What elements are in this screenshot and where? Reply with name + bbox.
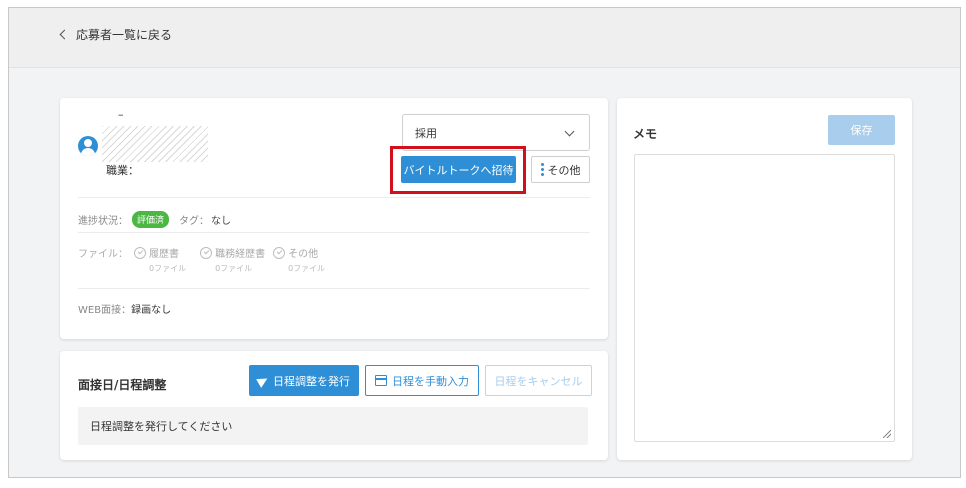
app-frame: 応募者一覧に戻る – 職業： 採用 バイトルトークへ招待 その他 進捗状況： 評… (8, 7, 961, 478)
tag-value: なし (211, 216, 232, 227)
other-button-label: その他 (547, 163, 581, 177)
divider (78, 197, 590, 198)
divider (78, 232, 590, 233)
chevron-left-icon (59, 29, 70, 40)
redacted-area (102, 126, 208, 162)
applicant-card: – 職業： 採用 バイトルトークへ招待 その他 進捗状況： 評価済 タグ： なし… (60, 98, 608, 339)
file-item-other: その他 0ファイル (273, 245, 325, 274)
avatar-icon (78, 136, 98, 156)
save-button[interactable]: 保存 (828, 115, 895, 145)
calendar-edit-icon (375, 375, 387, 386)
web-interview-row: WEB面接：録画なし (78, 301, 171, 316)
kebab-icon (540, 163, 544, 176)
status-select-value: 採用 (415, 126, 437, 140)
files-label: ファイル： (78, 249, 128, 260)
divider (78, 288, 590, 289)
applicant-name: – (118, 108, 124, 121)
web-interview-value: 録画なし (131, 305, 172, 316)
job-label: 職業： (106, 164, 139, 177)
schedule-message: 日程調整を発行してください (78, 407, 588, 445)
schedule-title: 面接日/日程調整 (78, 378, 167, 392)
file-item-resume: 履歴書 0ファイル (134, 245, 186, 274)
check-circle-icon (200, 246, 213, 259)
other-button[interactable]: その他 (531, 156, 590, 183)
file-count: 0ファイル (149, 264, 187, 273)
status-badge: 評価済 (132, 211, 170, 228)
check-circle-icon (134, 246, 146, 259)
resize-handle-icon[interactable] (883, 430, 891, 438)
back-link[interactable]: 応募者一覧に戻る (59, 26, 173, 43)
memo-textarea[interactable] (634, 154, 895, 442)
manual-schedule-button[interactable]: 日程を手動入力 (365, 365, 479, 396)
chevron-down-icon (564, 126, 575, 137)
file-count: 0ファイル (288, 264, 326, 273)
progress-row: 進捗状況： 評価済 タグ： なし (78, 211, 231, 228)
progress-label: 進捗状況： (78, 216, 128, 227)
file-name: 履歴書 (149, 249, 179, 260)
file-name: その他 (288, 249, 319, 260)
invite-button[interactable]: バイトルトークへ招待 (401, 156, 516, 183)
manual-schedule-label: 日程を手動入力 (392, 374, 469, 388)
tag-label: タグ： (179, 216, 210, 227)
file-item-career: 職務経歴書 0ファイル (200, 245, 265, 274)
back-label: 応募者一覧に戻る (76, 28, 173, 42)
file-name: 職務経歴書 (215, 249, 266, 260)
memo-title: メモ (633, 127, 658, 141)
web-interview-label: WEB面接： (78, 305, 132, 316)
top-bar: 応募者一覧に戻る (9, 8, 960, 68)
file-count: 0ファイル (215, 264, 253, 273)
memo-card: メモ 保存 (617, 98, 912, 460)
cancel-schedule-button[interactable]: 日程をキャンセル (485, 365, 592, 396)
send-icon (256, 373, 270, 388)
issue-schedule-button[interactable]: 日程調整を発行 (249, 365, 359, 396)
issue-schedule-label: 日程調整を発行 (273, 374, 350, 388)
check-circle-icon (273, 246, 286, 259)
files-row: ファイル： 履歴書 0ファイル 職務経歴書 0ファイル その他 0ファイル (78, 245, 325, 274)
schedule-card: 面接日/日程調整 日程調整を発行 日程を手動入力 日程をキャンセル 日程調整を発… (60, 351, 608, 460)
